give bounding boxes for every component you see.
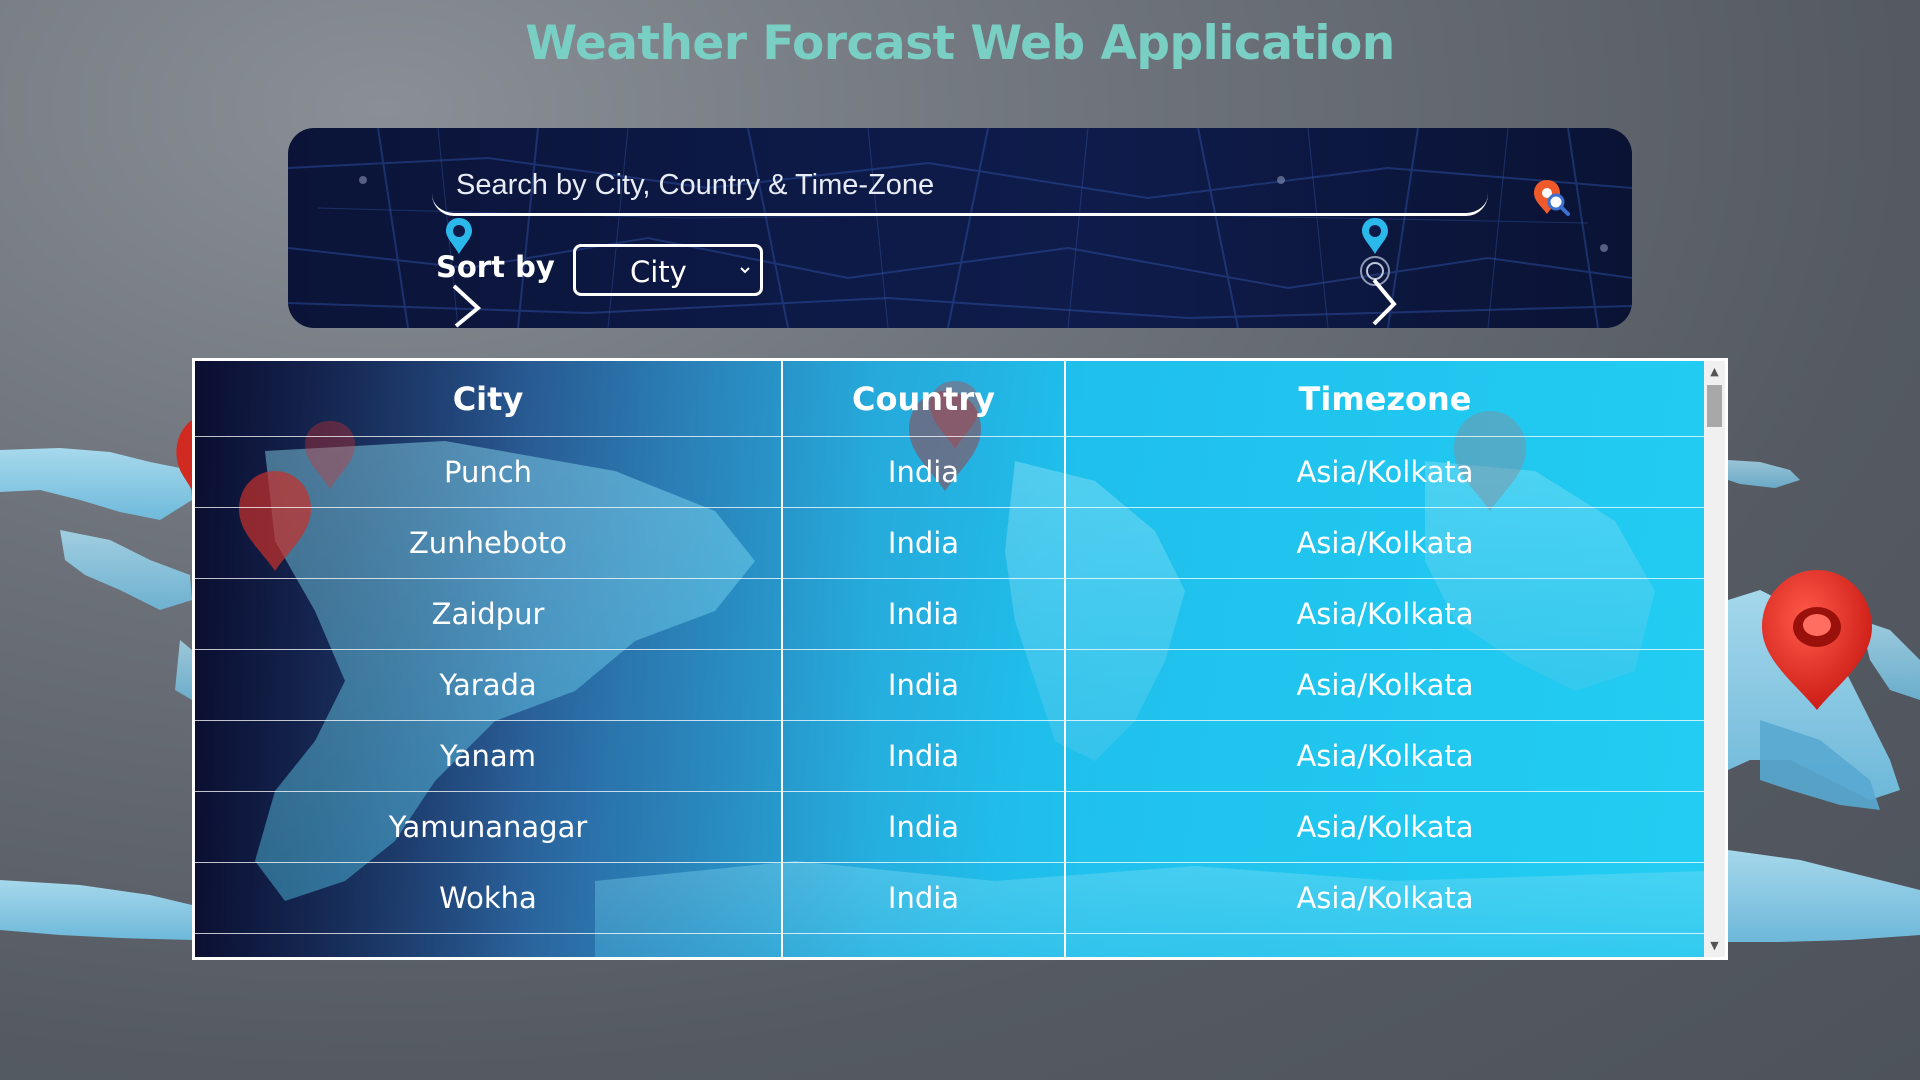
table-header-row: City Country Timezone xyxy=(195,361,1704,437)
cell-timezone: Asia/Kolkata xyxy=(1065,507,1704,579)
cell-city: Zunheboto xyxy=(195,507,783,579)
table-row[interactable]: Yarada India Asia/Kolkata xyxy=(195,649,1704,721)
cell-timezone: Asia/Kolkata xyxy=(1065,436,1704,508)
table-row[interactable]: Zunheboto India Asia/Kolkata xyxy=(195,507,1704,579)
sort-by-label: Sort by xyxy=(436,250,555,284)
cell-city: Wokha xyxy=(195,862,783,934)
cell-timezone: Asia/Kolkata xyxy=(1065,720,1704,792)
sort-select[interactable]: City xyxy=(573,244,763,296)
cell-country: India xyxy=(782,720,1066,792)
cell-timezone: Asia/Kolkata xyxy=(1065,791,1704,863)
cell-city: Yarada xyxy=(195,649,783,721)
table-row[interactable] xyxy=(195,933,1704,957)
cell-city: Yamunanagar xyxy=(195,791,783,863)
cell-timezone: Asia/Kolkata xyxy=(1065,862,1704,934)
cell-timezone: Asia/Kolkata xyxy=(1065,649,1704,721)
table-row[interactable]: Punch India Asia/Kolkata xyxy=(195,436,1704,508)
cell-country: India xyxy=(782,507,1066,579)
column-header-country[interactable]: Country xyxy=(782,361,1066,437)
cell-country: India xyxy=(782,436,1066,508)
cell-country: India xyxy=(782,862,1066,934)
location-pin-icon xyxy=(1360,218,1397,326)
scroll-up-arrow-icon[interactable]: ▲ xyxy=(1704,363,1725,381)
cell-country xyxy=(782,933,1066,957)
scrollbar-thumb[interactable] xyxy=(1707,385,1722,427)
cell-timezone xyxy=(1065,933,1704,957)
search-bar xyxy=(432,148,1570,216)
table-body-area: City Country Timezone Punch India Asia/K… xyxy=(195,361,1704,957)
column-header-city[interactable]: City xyxy=(195,361,783,437)
search-input[interactable] xyxy=(454,164,1358,206)
cell-timezone: Asia/Kolkata xyxy=(1065,578,1704,650)
table-row[interactable]: Yanam India Asia/Kolkata xyxy=(195,720,1704,792)
cell-city: Zaidpur xyxy=(195,578,783,650)
chevron-down-icon xyxy=(740,267,750,274)
scroll-down-arrow-icon[interactable]: ▼ xyxy=(1704,937,1725,955)
table-row[interactable]: Wokha India Asia/Kolkata xyxy=(195,862,1704,934)
table-scrollbar[interactable]: ▲ ▼ xyxy=(1704,361,1725,957)
search-panel: Sort by City xyxy=(288,128,1632,328)
cell-country: India xyxy=(782,791,1066,863)
table-row[interactable]: Zaidpur India Asia/Kolkata xyxy=(195,578,1704,650)
column-header-timezone[interactable]: Timezone xyxy=(1065,361,1704,437)
city-table: City Country Timezone Punch India Asia/K… xyxy=(195,361,1704,957)
cell-country: India xyxy=(782,649,1066,721)
cell-city: Yanam xyxy=(195,720,783,792)
cell-city xyxy=(195,933,783,957)
city-table-container: City Country Timezone Punch India Asia/K… xyxy=(192,358,1728,960)
cell-country: India xyxy=(782,578,1066,650)
table-row[interactable]: Yamunanagar India Asia/Kolkata xyxy=(195,791,1704,863)
page-title: Weather Forcast Web Application xyxy=(525,16,1395,71)
location-search-icon[interactable] xyxy=(1532,178,1572,220)
sort-select-value: City xyxy=(630,255,687,289)
cell-city: Punch xyxy=(195,436,783,508)
